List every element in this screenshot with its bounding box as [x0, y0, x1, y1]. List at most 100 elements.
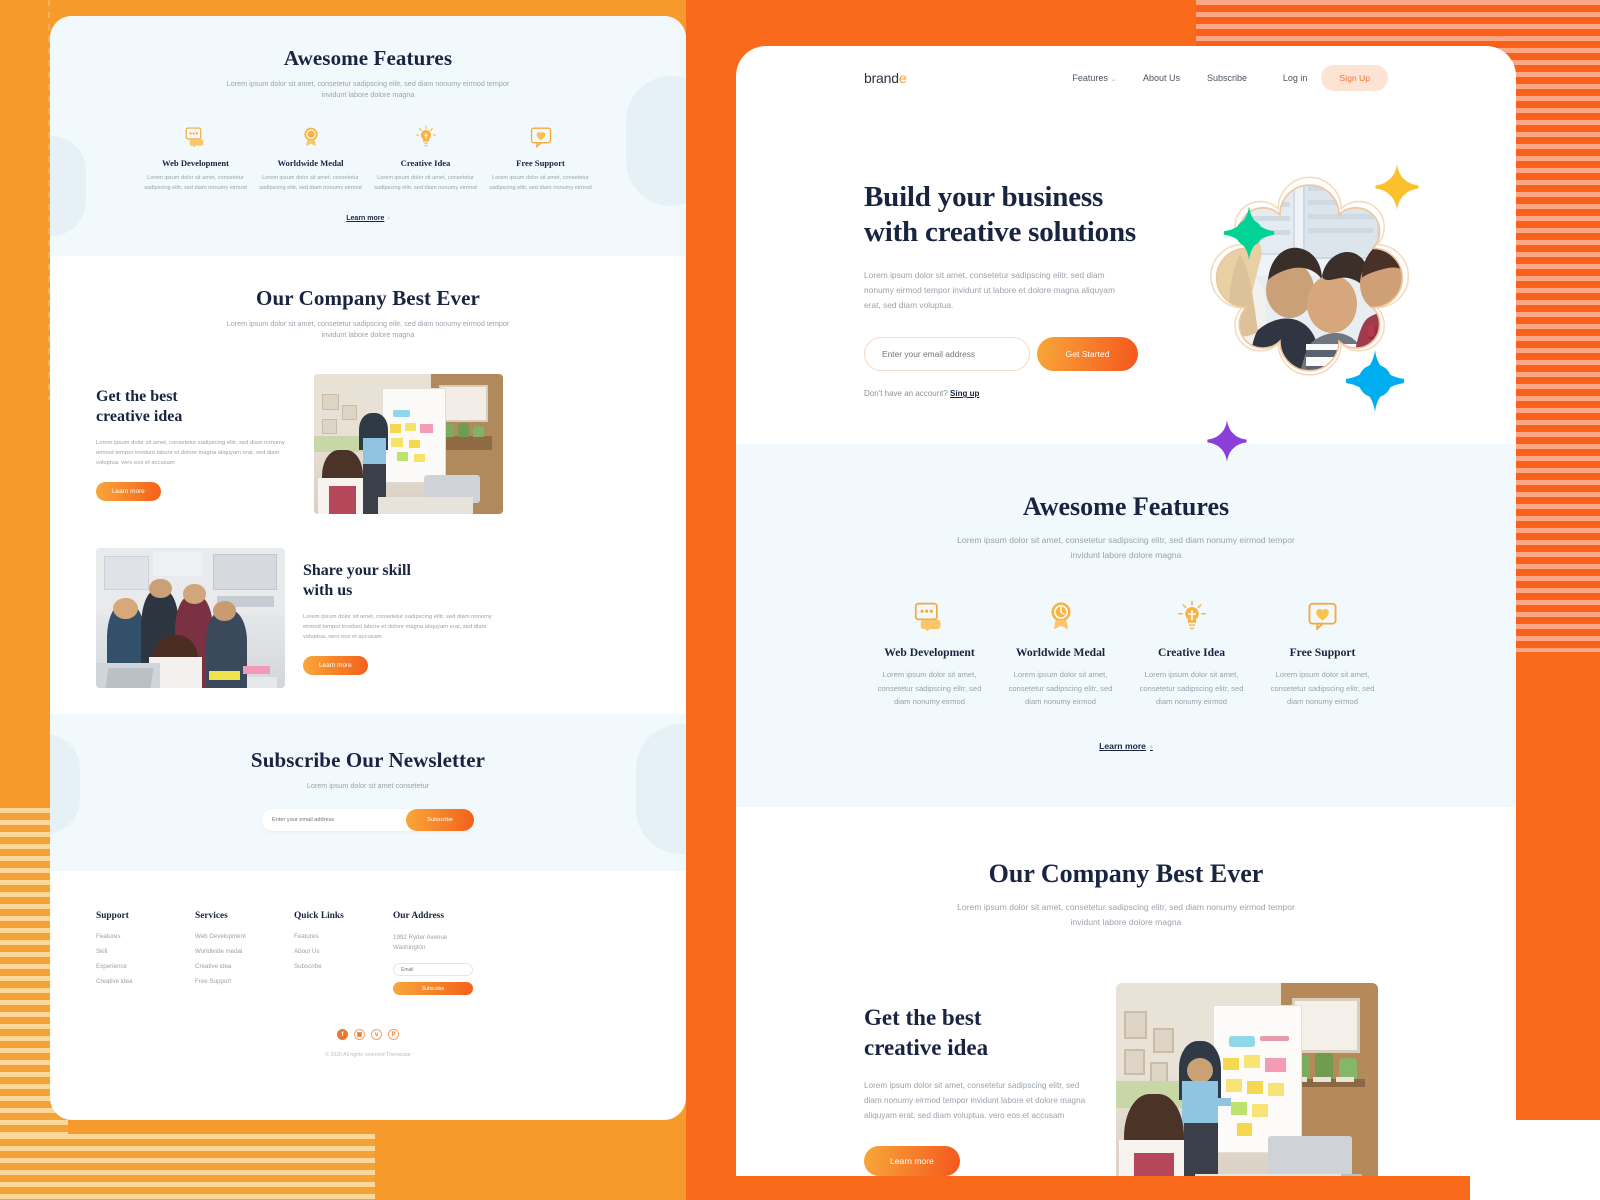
twitter-icon[interactable]: ᴠ	[371, 1029, 382, 1041]
left-features-subtitle: Lorem ipsum dolor sit amet, consetetur s…	[226, 79, 510, 100]
list-item[interactable]: Features	[96, 933, 195, 940]
left-block2-image	[96, 548, 285, 689]
instagram-icon[interactable]: ▣	[354, 1029, 365, 1041]
chevron-right-icon: ›	[387, 214, 390, 222]
left-feature-title: Worldwide Medal	[277, 158, 344, 169]
list-item[interactable]: Skill	[96, 948, 195, 955]
chevron-right-icon: ›	[1149, 741, 1153, 752]
hero-title: Build your business with creative soluti…	[864, 180, 1164, 251]
left-block1-learn-more-button[interactable]: Learn more	[96, 482, 161, 502]
decorative-blob	[626, 76, 686, 206]
left-company-subtitle: Lorem ipsum dolor sit amet, consetetur s…	[226, 318, 510, 339]
left-newsletter-section: Subscribe Our Newsletter Lorem ipsum dol…	[50, 714, 686, 872]
left-feature-card-3[interactable]: Creative Idea Lorem ipsum dolor sit amet…	[368, 124, 483, 192]
list-item[interactable]: Creative idea	[195, 963, 294, 970]
logo-text: brand	[864, 70, 899, 86]
nav-item-subscribe[interactable]: Subscribe	[1207, 73, 1247, 83]
feature-title: Worldwide Medal	[1015, 646, 1106, 660]
left-learn-more-link[interactable]: Learn more ›	[50, 215, 686, 222]
left-block1-title: Get the best creative idea	[96, 387, 296, 427]
feature-text: Lorem ipsum dolor sit amet, consetetur s…	[1270, 670, 1375, 706]
feature-title: Creative Idea	[1157, 646, 1226, 660]
left-footer-email-input[interactable]	[401, 966, 472, 973]
feature-card-worldwide-medal[interactable]: Worldwide Medal Lorem ipsum dolor sit am…	[995, 598, 1126, 708]
list-item[interactable]: Free Support	[195, 978, 294, 985]
hero-signup-link[interactable]: Sing up	[950, 389, 979, 398]
heart-chat-icon	[1267, 598, 1378, 634]
left-feature-title: Creative Idea	[400, 158, 451, 169]
features-learn-more-link[interactable]: Learn more ›	[736, 741, 1516, 751]
left-footer-heading: Services	[195, 911, 228, 922]
left-block2-learn-more-button[interactable]: Learn more	[303, 656, 368, 676]
left-feature-card-2[interactable]: Worldwide Medal Lorem ipsum dolor sit am…	[253, 124, 368, 192]
list-item[interactable]: Experience	[96, 963, 195, 970]
company-block1-paragraph: Lorem ipsum dolor sit amet, consetetur s…	[864, 1081, 1086, 1121]
left-block2-title: Share your skill with us	[303, 561, 503, 601]
list-item[interactable]: Subscribe	[294, 963, 393, 970]
hero-email-input[interactable]	[882, 349, 1029, 360]
hero-title-line2: with creative solutions	[864, 216, 1136, 249]
login-link[interactable]: Log in	[1283, 73, 1308, 83]
left-footer-link-list: Features About Us Subscribe	[294, 933, 393, 970]
left-footer: Support Features Skill Experience Creati…	[50, 871, 686, 1075]
left-block1-paragraph: Lorem ipsum dolor sit amet, consetetur s…	[96, 439, 285, 467]
left-footer-link-list: Features Skill Experience Creative idea	[96, 933, 195, 985]
left-newsletter-subtitle: Lorem ipsum dolor sit amet consetetur	[306, 781, 430, 791]
decorative-blob	[636, 724, 686, 855]
nav-links: Features ⌄ About Us Subscribe	[1072, 73, 1247, 83]
hero-email-wrap	[864, 337, 1030, 372]
company-title: Our Company Best Ever	[988, 859, 1264, 889]
get-started-button[interactable]: Get Started	[1037, 337, 1138, 372]
medal-icon	[258, 124, 363, 150]
list-item[interactable]: Web Development	[195, 933, 294, 940]
left-block1-image	[314, 374, 503, 515]
address-line-2: Washington	[393, 944, 426, 952]
star-green-icon	[1222, 206, 1276, 260]
learn-more-label: Learn more	[1099, 741, 1146, 752]
company-section: Our Company Best Ever Lorem ipsum dolor …	[736, 807, 1516, 1176]
signup-button[interactable]: Sign Up	[1321, 65, 1388, 91]
left-block2-text: Share your skill with us Lorem ipsum dol…	[303, 561, 503, 676]
left-footer-column-address: Our Address 1992 Ryder Avenue Washington…	[393, 911, 513, 996]
left-company-section: Our Company Best Ever Lorem ipsum dolor …	[50, 255, 686, 715]
nav-item-features[interactable]: Features ⌄	[1072, 73, 1116, 83]
left-footer-column-support: Support Features Skill Experience Creati…	[96, 911, 195, 995]
chat-bubble-icon	[143, 124, 248, 150]
feature-card-web-development[interactable]: Web Development Lorem ipsum dolor sit am…	[864, 598, 995, 708]
left-newsletter-subscribe-button[interactable]: Subscribe	[406, 809, 474, 832]
address-line-1: 1992 Ryder Avenue	[393, 934, 448, 942]
left-learn-more-label: Learn more	[346, 214, 385, 222]
left-footer-subscribe-button[interactable]: Subscribe	[393, 982, 473, 996]
list-item[interactable]: Features	[294, 933, 393, 940]
nav-actions: Log in Sign Up	[1283, 65, 1388, 91]
facebook-icon[interactable]: f	[337, 1029, 348, 1041]
list-item[interactable]: Creative idea	[96, 978, 195, 985]
left-feature-card-4[interactable]: Free Support Lorem ipsum dolor sit amet,…	[483, 124, 598, 192]
company-block1-learn-more-button[interactable]: Learn more	[864, 1145, 960, 1176]
left-company-block-2: Share your skill with us Lorem ipsum dol…	[50, 548, 686, 689]
left-feature-card-1[interactable]: Web Development Lorem ipsum dolor sit am…	[138, 124, 253, 192]
hero-text-block: Build your business with creative soluti…	[864, 158, 1164, 398]
feature-card-free-support[interactable]: Free Support Lorem ipsum dolor sit amet,…	[1257, 598, 1388, 708]
left-features-grid: Web Development Lorem ipsum dolor sit am…	[50, 124, 686, 192]
left-social-links: f ▣ ᴠ P	[96, 1029, 640, 1041]
pinterest-icon[interactable]: P	[388, 1029, 399, 1041]
nav-item-about-us[interactable]: About Us	[1143, 73, 1180, 83]
list-item[interactable]: About Us	[294, 948, 393, 955]
list-item[interactable]: Worldwide medal	[195, 948, 294, 955]
medal-icon	[1005, 598, 1116, 634]
star-amber-icon	[1374, 164, 1420, 210]
left-newsletter-email-input[interactable]	[272, 817, 406, 824]
left-feature-title: Free Support	[516, 158, 565, 169]
feature-title: Free Support	[1289, 646, 1356, 660]
left-copyright: © 2020 All rights reserved Themestar	[325, 1052, 411, 1059]
left-feature-text: Lorem ipsum dolor sit amet, consetetur s…	[144, 175, 247, 191]
company-block-1: Get the best creative idea Lorem ipsum d…	[736, 983, 1516, 1176]
stripe-pattern-bottom	[0, 1134, 375, 1200]
company-block1-title-line2: creative idea	[864, 1034, 989, 1060]
left-footer-heading: Quick Links	[294, 911, 344, 922]
hero-title-line1: Build your business	[864, 181, 1104, 213]
feature-card-creative-idea[interactable]: Creative Idea Lorem ipsum dolor sit amet…	[1126, 598, 1257, 708]
hero-section: Build your business with creative soluti…	[736, 110, 1516, 462]
brand-logo[interactable]: brande	[864, 70, 907, 86]
